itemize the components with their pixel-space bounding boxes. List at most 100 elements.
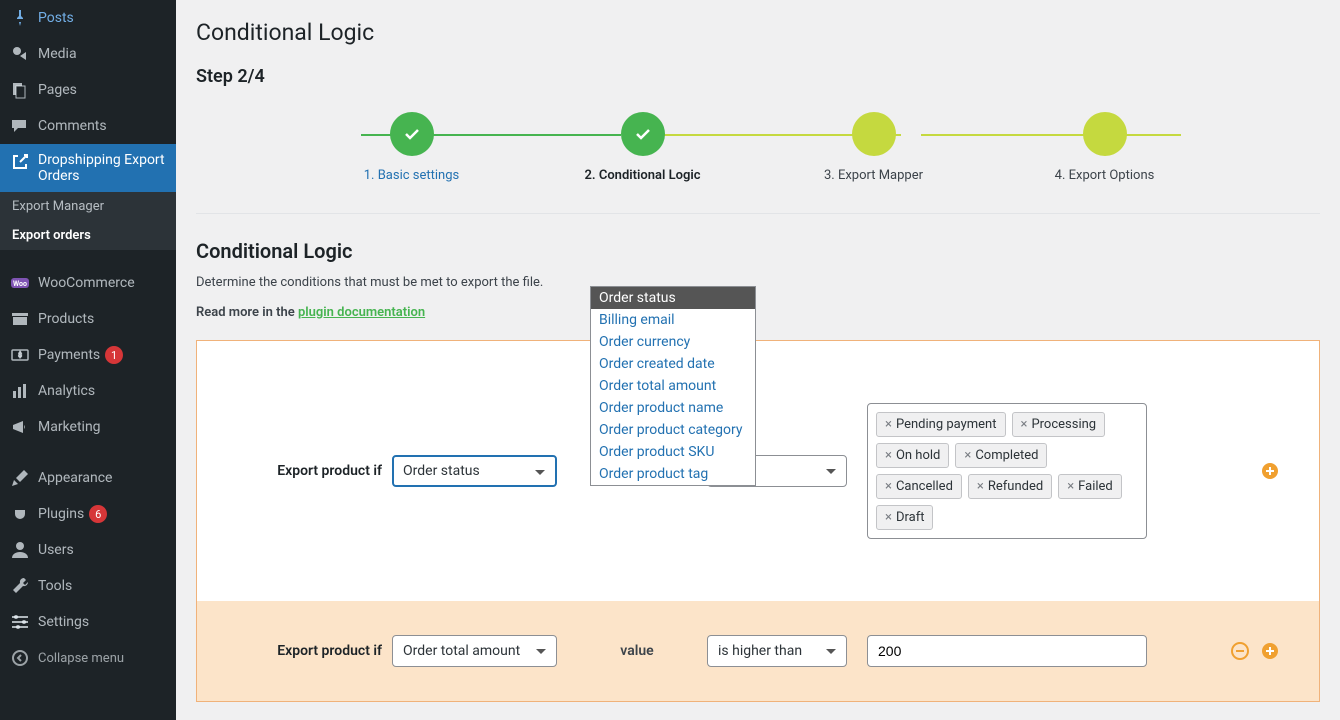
step-1[interactable]: 1. Basic settings	[296, 112, 527, 183]
remove-tag-icon[interactable]: ×	[964, 448, 971, 463]
remove-tag-icon[interactable]: ×	[885, 417, 892, 432]
submenu-export-manager[interactable]: Export Manager	[0, 192, 176, 221]
sidebar-item-marketing[interactable]: Marketing	[0, 409, 176, 445]
collapse-menu[interactable]: Collapse menu	[0, 640, 176, 676]
step-2[interactable]: 2. Conditional Logic	[527, 112, 758, 183]
add-condition-button[interactable]	[1261, 462, 1279, 480]
remove-tag-icon[interactable]: ×	[885, 448, 892, 463]
condition-field-select[interactable]: Order status	[392, 455, 557, 487]
condition-value-input[interactable]	[867, 635, 1147, 667]
conditions-box: Export product if Order status value is …	[196, 340, 1320, 702]
dropdown-option[interactable]: Order product name	[591, 397, 755, 419]
sidebar-item-label: Plugins	[38, 506, 84, 522]
value-label: value	[597, 643, 677, 659]
badge-plugins: 6	[89, 505, 107, 523]
tag-label: Draft	[896, 510, 925, 525]
select-value: Order total amount	[403, 643, 520, 659]
step-4[interactable]: 4. Export Options	[989, 112, 1220, 183]
divider	[196, 213, 1320, 214]
external-icon	[10, 152, 30, 172]
sidebar-item-appearance[interactable]: Appearance	[0, 460, 176, 496]
condition-operator-select[interactable]: is higher than	[707, 635, 847, 667]
sidebar-item-label: Appearance	[38, 470, 112, 486]
sidebar-item-label: Comments	[38, 118, 107, 134]
dropdown-option[interactable]: Order product category	[591, 419, 755, 441]
stepper: 1. Basic settings 2. Conditional Logic 3…	[196, 112, 1320, 183]
dropdown-option[interactable]: Order created date	[591, 353, 755, 375]
sidebar-item-users[interactable]: Users	[0, 532, 176, 568]
wrench-icon	[10, 576, 30, 596]
status-tag[interactable]: ×Completed	[955, 443, 1047, 468]
archive-icon	[10, 309, 30, 329]
sidebar-item-analytics[interactable]: Analytics	[0, 373, 176, 409]
remove-tag-icon[interactable]: ×	[977, 479, 984, 494]
collapse-label: Collapse menu	[38, 651, 124, 666]
sidebar-item-products[interactable]: Products	[0, 301, 176, 337]
tag-label: Failed	[1078, 479, 1113, 494]
status-tag[interactable]: × Refunded	[968, 474, 1052, 499]
comment-icon	[10, 116, 30, 136]
sidebar-item-label: Marketing	[38, 419, 101, 435]
status-tag[interactable]: × Failed	[1058, 474, 1122, 499]
remove-tag-icon[interactable]: ×	[885, 510, 892, 525]
sidebar-item-label: Tools	[38, 578, 72, 594]
step-label: 2. Conditional Logic	[584, 168, 700, 183]
sidebar-item-woocommerce[interactable]: Woo WooCommerce	[0, 265, 176, 301]
check-icon	[621, 112, 665, 156]
sidebar-item-dropshipping[interactable]: Dropshipping Export Orders	[0, 144, 176, 192]
megaphone-icon	[10, 417, 30, 437]
status-tag[interactable]: × Draft	[876, 505, 933, 530]
user-icon	[10, 540, 30, 560]
media-icon	[10, 44, 30, 64]
pages-icon	[10, 80, 30, 100]
status-tag[interactable]: ×Processing	[1012, 412, 1106, 437]
add-condition-button[interactable]	[1261, 642, 1279, 660]
dropdown-option[interactable]: Order status	[591, 287, 755, 309]
card-icon: $	[10, 345, 30, 365]
field-dropdown[interactable]: Order statusBilling emailOrder currencyO…	[590, 286, 756, 486]
dropdown-option[interactable]: Order product tag	[591, 463, 755, 485]
step-bubble-pending	[852, 112, 896, 156]
sidebar-item-tools[interactable]: Tools	[0, 568, 176, 604]
step-bubble-pending	[1083, 112, 1127, 156]
dropdown-option[interactable]: Order currency	[591, 331, 755, 353]
readmore-link[interactable]: plugin documentation	[298, 305, 425, 320]
dropdown-option[interactable]: Order product SKU	[591, 441, 755, 463]
plug-icon	[10, 504, 30, 524]
sidebar-item-comments[interactable]: Comments	[0, 108, 176, 144]
select-value: is higher than	[718, 643, 802, 659]
brush-icon	[10, 468, 30, 488]
sidebar-item-settings[interactable]: Settings	[0, 604, 176, 640]
sidebar-item-media[interactable]: Media	[0, 36, 176, 72]
sidebar-item-pages[interactable]: Pages	[0, 72, 176, 108]
step-label: 4. Export Options	[1055, 168, 1155, 183]
status-tag[interactable]: ×Pending payment	[876, 412, 1006, 437]
dropdown-option[interactable]: Order total amount	[591, 375, 755, 397]
tag-label: Refunded	[988, 479, 1043, 494]
sidebar-item-payments[interactable]: $ Payments 1	[0, 337, 176, 373]
dropdown-option[interactable]: Billing email	[591, 309, 755, 331]
tag-label: On hold	[896, 448, 940, 463]
sidebar-item-label: Dropshipping Export Orders	[38, 152, 166, 184]
sliders-icon	[10, 612, 30, 632]
remove-tag-icon[interactable]: ×	[1021, 417, 1028, 432]
sidebar-item-posts[interactable]: Posts	[0, 0, 176, 36]
tag-label: Processing	[1031, 417, 1096, 432]
condition-field-select[interactable]: Order total amount	[392, 635, 557, 667]
remove-tag-icon[interactable]: ×	[1067, 479, 1074, 494]
woo-icon: Woo	[10, 273, 30, 293]
remove-tag-icon[interactable]: ×	[885, 479, 892, 494]
remove-condition-button[interactable]	[1231, 642, 1249, 660]
step-3[interactable]: 3. Export Mapper	[758, 112, 989, 183]
sidebar-item-plugins[interactable]: Plugins 6	[0, 496, 176, 532]
admin-sidebar: Posts Media Pages Comments Dropshipping …	[0, 0, 176, 720]
condition-value-tags[interactable]: ×Pending payment×Processing×On hold×Comp…	[867, 403, 1147, 539]
status-tag[interactable]: × On hold	[876, 443, 949, 468]
step-label: 1. Basic settings	[364, 168, 460, 183]
status-tag[interactable]: ×Cancelled	[876, 474, 962, 499]
sidebar-item-label: Products	[38, 311, 94, 327]
condition-row-label: Export product if	[237, 643, 382, 659]
submenu-export-orders[interactable]: Export orders	[0, 221, 176, 250]
sidebar-item-label: Media	[38, 46, 77, 62]
step-heading: Step 2/4	[196, 66, 1320, 87]
